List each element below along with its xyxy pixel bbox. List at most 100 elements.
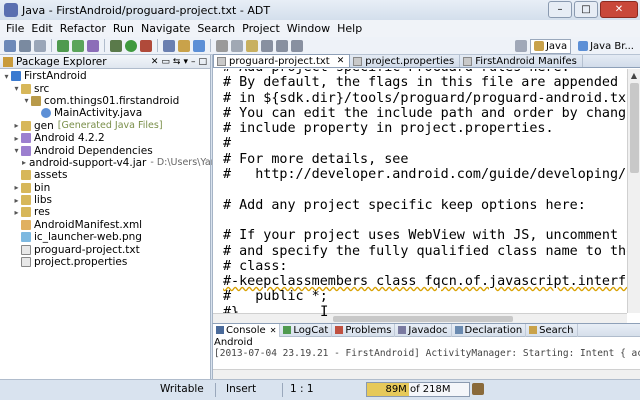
tree-item[interactable]: ▾ Android Dependencies [0, 144, 210, 157]
next-annotation-icon[interactable] [261, 39, 273, 52]
expanded-twisty-icon[interactable]: ▾ [12, 84, 21, 93]
close-tab-icon[interactable]: ✕ [270, 326, 277, 335]
perspective-java-browsing[interactable]: Java Br... [574, 39, 638, 54]
tree-item[interactable]: AndroidManifest.xml [0, 219, 210, 231]
perspective-java[interactable]: Java [529, 38, 572, 54]
code-line: # and specify the fully qualified class … [223, 243, 627, 259]
tab-declaration[interactable]: Declaration [452, 323, 527, 337]
run-icon[interactable] [125, 39, 137, 52]
menu-search[interactable]: Search [197, 22, 235, 35]
package-explorer: Package Explorer ✕ ▭ ⇆ ▾ – □ ▾ FirstAndro… [0, 55, 239, 379]
vertical-scroll-thumb[interactable] [630, 83, 639, 173]
maximize-button[interactable]: □ [574, 1, 598, 18]
tab-console[interactable]: Console ✕ [213, 323, 281, 337]
back-icon[interactable] [276, 39, 288, 52]
tab-search[interactable]: Search [526, 323, 578, 337]
image-file-icon [21, 232, 31, 243]
tree-item[interactable]: proguard-project.txt [0, 243, 210, 256]
close-tab-icon[interactable]: ✕ [337, 56, 345, 66]
tree-item[interactable]: ▾ src [0, 82, 210, 95]
tree-item[interactable]: ▸ Android 4.2.2 [0, 132, 210, 144]
save-icon[interactable] [19, 39, 31, 52]
new-package-icon[interactable] [178, 39, 190, 52]
avd-manager-icon[interactable] [72, 39, 84, 52]
tree-item[interactable]: ic_launcher-web.png [0, 231, 210, 243]
editor-tab[interactable]: FirstAndroid Manifes [460, 55, 583, 67]
menu-navigate[interactable]: Navigate [141, 22, 190, 35]
menu-window[interactable]: Window [287, 22, 330, 35]
window-title: Java - FirstAndroid/proguard-project.txt… [22, 3, 271, 17]
tree-item[interactable]: ▾ FirstAndroid [0, 70, 210, 82]
editor-tab[interactable]: project.properties [350, 55, 461, 67]
collapsed-twisty-icon[interactable]: ▸ [22, 158, 26, 167]
code-line: # include property in project.properties… [223, 121, 554, 137]
minimize-button[interactable]: – [548, 1, 572, 18]
console-tab-label: Console [226, 324, 266, 336]
external-tools-icon[interactable] [140, 39, 152, 52]
new-class-icon[interactable] [193, 39, 205, 52]
view-menu-icon[interactable]: ▾ [183, 57, 188, 67]
collapsed-twisty-icon[interactable]: ▸ [12, 208, 21, 217]
editor-tabs: proguard-project.txt ✕ project.properties F… [213, 54, 640, 68]
toggle-mark-icon[interactable] [246, 39, 258, 52]
horizontal-scroll-thumb[interactable] [333, 316, 513, 322]
code-area[interactable]: # Add project specific ProGuard rules he… [213, 69, 627, 313]
forward-icon[interactable] [291, 39, 303, 52]
debug-icon[interactable] [110, 39, 122, 52]
new-java-project-icon[interactable] [163, 39, 175, 52]
menu-file[interactable]: File [6, 22, 24, 35]
tab-javadoc[interactable]: Javadoc [395, 323, 452, 337]
console-view: Console ✕ LogCat Problems Javadoc Declaration… [212, 323, 640, 379]
expanded-twisty-icon[interactable]: ▾ [2, 72, 11, 81]
maximize-view-icon[interactable]: □ [198, 57, 207, 67]
vertical-scrollbar[interactable]: ▲ [627, 69, 640, 313]
console-horizontal-scrollbar[interactable] [213, 369, 640, 379]
tree-item[interactable]: ▸ res [0, 206, 210, 218]
tree-item[interactable]: assets [0, 169, 210, 181]
toolbar-separator [51, 39, 52, 52]
menu-help[interactable]: Help [337, 22, 362, 35]
horizontal-scrollbar[interactable] [213, 313, 627, 323]
minimize-view-icon[interactable]: – [191, 57, 196, 67]
tab-problems[interactable]: Problems [332, 323, 396, 337]
collapse-all-icon[interactable]: ▭ [161, 57, 170, 67]
package-explorer-title[interactable]: Package Explorer [16, 56, 107, 68]
collapsed-twisty-icon[interactable]: ▸ [12, 121, 21, 130]
close-view-icon[interactable]: ✕ [151, 57, 159, 67]
garbage-collect-icon[interactable] [472, 383, 484, 395]
status-bar: Writable Insert 1 : 1 89M of 218M [0, 379, 640, 400]
collapsed-twisty-icon[interactable]: ▸ [12, 183, 21, 192]
project-tree: ▾ FirstAndroid ▾ src ▾ com.things01.firstandr… [0, 69, 239, 268]
tree-item[interactable]: MainActivity.java [0, 107, 210, 119]
lint-icon[interactable] [87, 39, 99, 52]
tree-item[interactable]: ▸ android-support-v4.jar - D:\Users\Yanzen… [0, 157, 239, 169]
expanded-twisty-icon[interactable]: ▾ [12, 146, 21, 155]
open-perspective-icon[interactable] [514, 40, 527, 52]
tree-item[interactable]: ▸ gen [Generated Java Files] [0, 120, 210, 132]
expanded-twisty-icon[interactable]: ▾ [22, 96, 31, 105]
collapsed-twisty-icon[interactable]: ▸ [12, 134, 21, 143]
menu-run[interactable]: Run [113, 22, 134, 35]
search-icon[interactable] [231, 39, 243, 52]
close-button[interactable]: ✕ [600, 1, 638, 18]
code-line: #} [223, 304, 240, 313]
android-sdk-manager-icon[interactable] [57, 39, 69, 52]
menu-edit[interactable]: Edit [31, 22, 52, 35]
tree-item[interactable]: ▸ libs [0, 194, 210, 206]
open-type-icon[interactable] [216, 39, 228, 52]
tree-item[interactable]: project.properties [0, 256, 210, 268]
tab-logcat[interactable]: LogCat [280, 323, 333, 337]
editor-tab[interactable]: proguard-project.txt ✕ [213, 54, 351, 67]
scroll-up-icon[interactable]: ▲ [628, 69, 640, 82]
heap-status[interactable]: 89M of 218M [366, 382, 470, 397]
menu-refactor[interactable]: Refactor [60, 22, 106, 35]
new-icon[interactable] [4, 39, 16, 52]
console-icon [216, 326, 224, 334]
tree-item[interactable]: ▾ com.things01.firstandroid [0, 95, 210, 107]
menu-project[interactable]: Project [242, 22, 280, 35]
save-all-icon[interactable] [34, 39, 46, 52]
tree-item[interactable]: ▸ bin [0, 182, 210, 194]
link-with-editor-icon[interactable]: ⇆ [173, 57, 181, 67]
collapsed-twisty-icon[interactable]: ▸ [12, 196, 21, 205]
